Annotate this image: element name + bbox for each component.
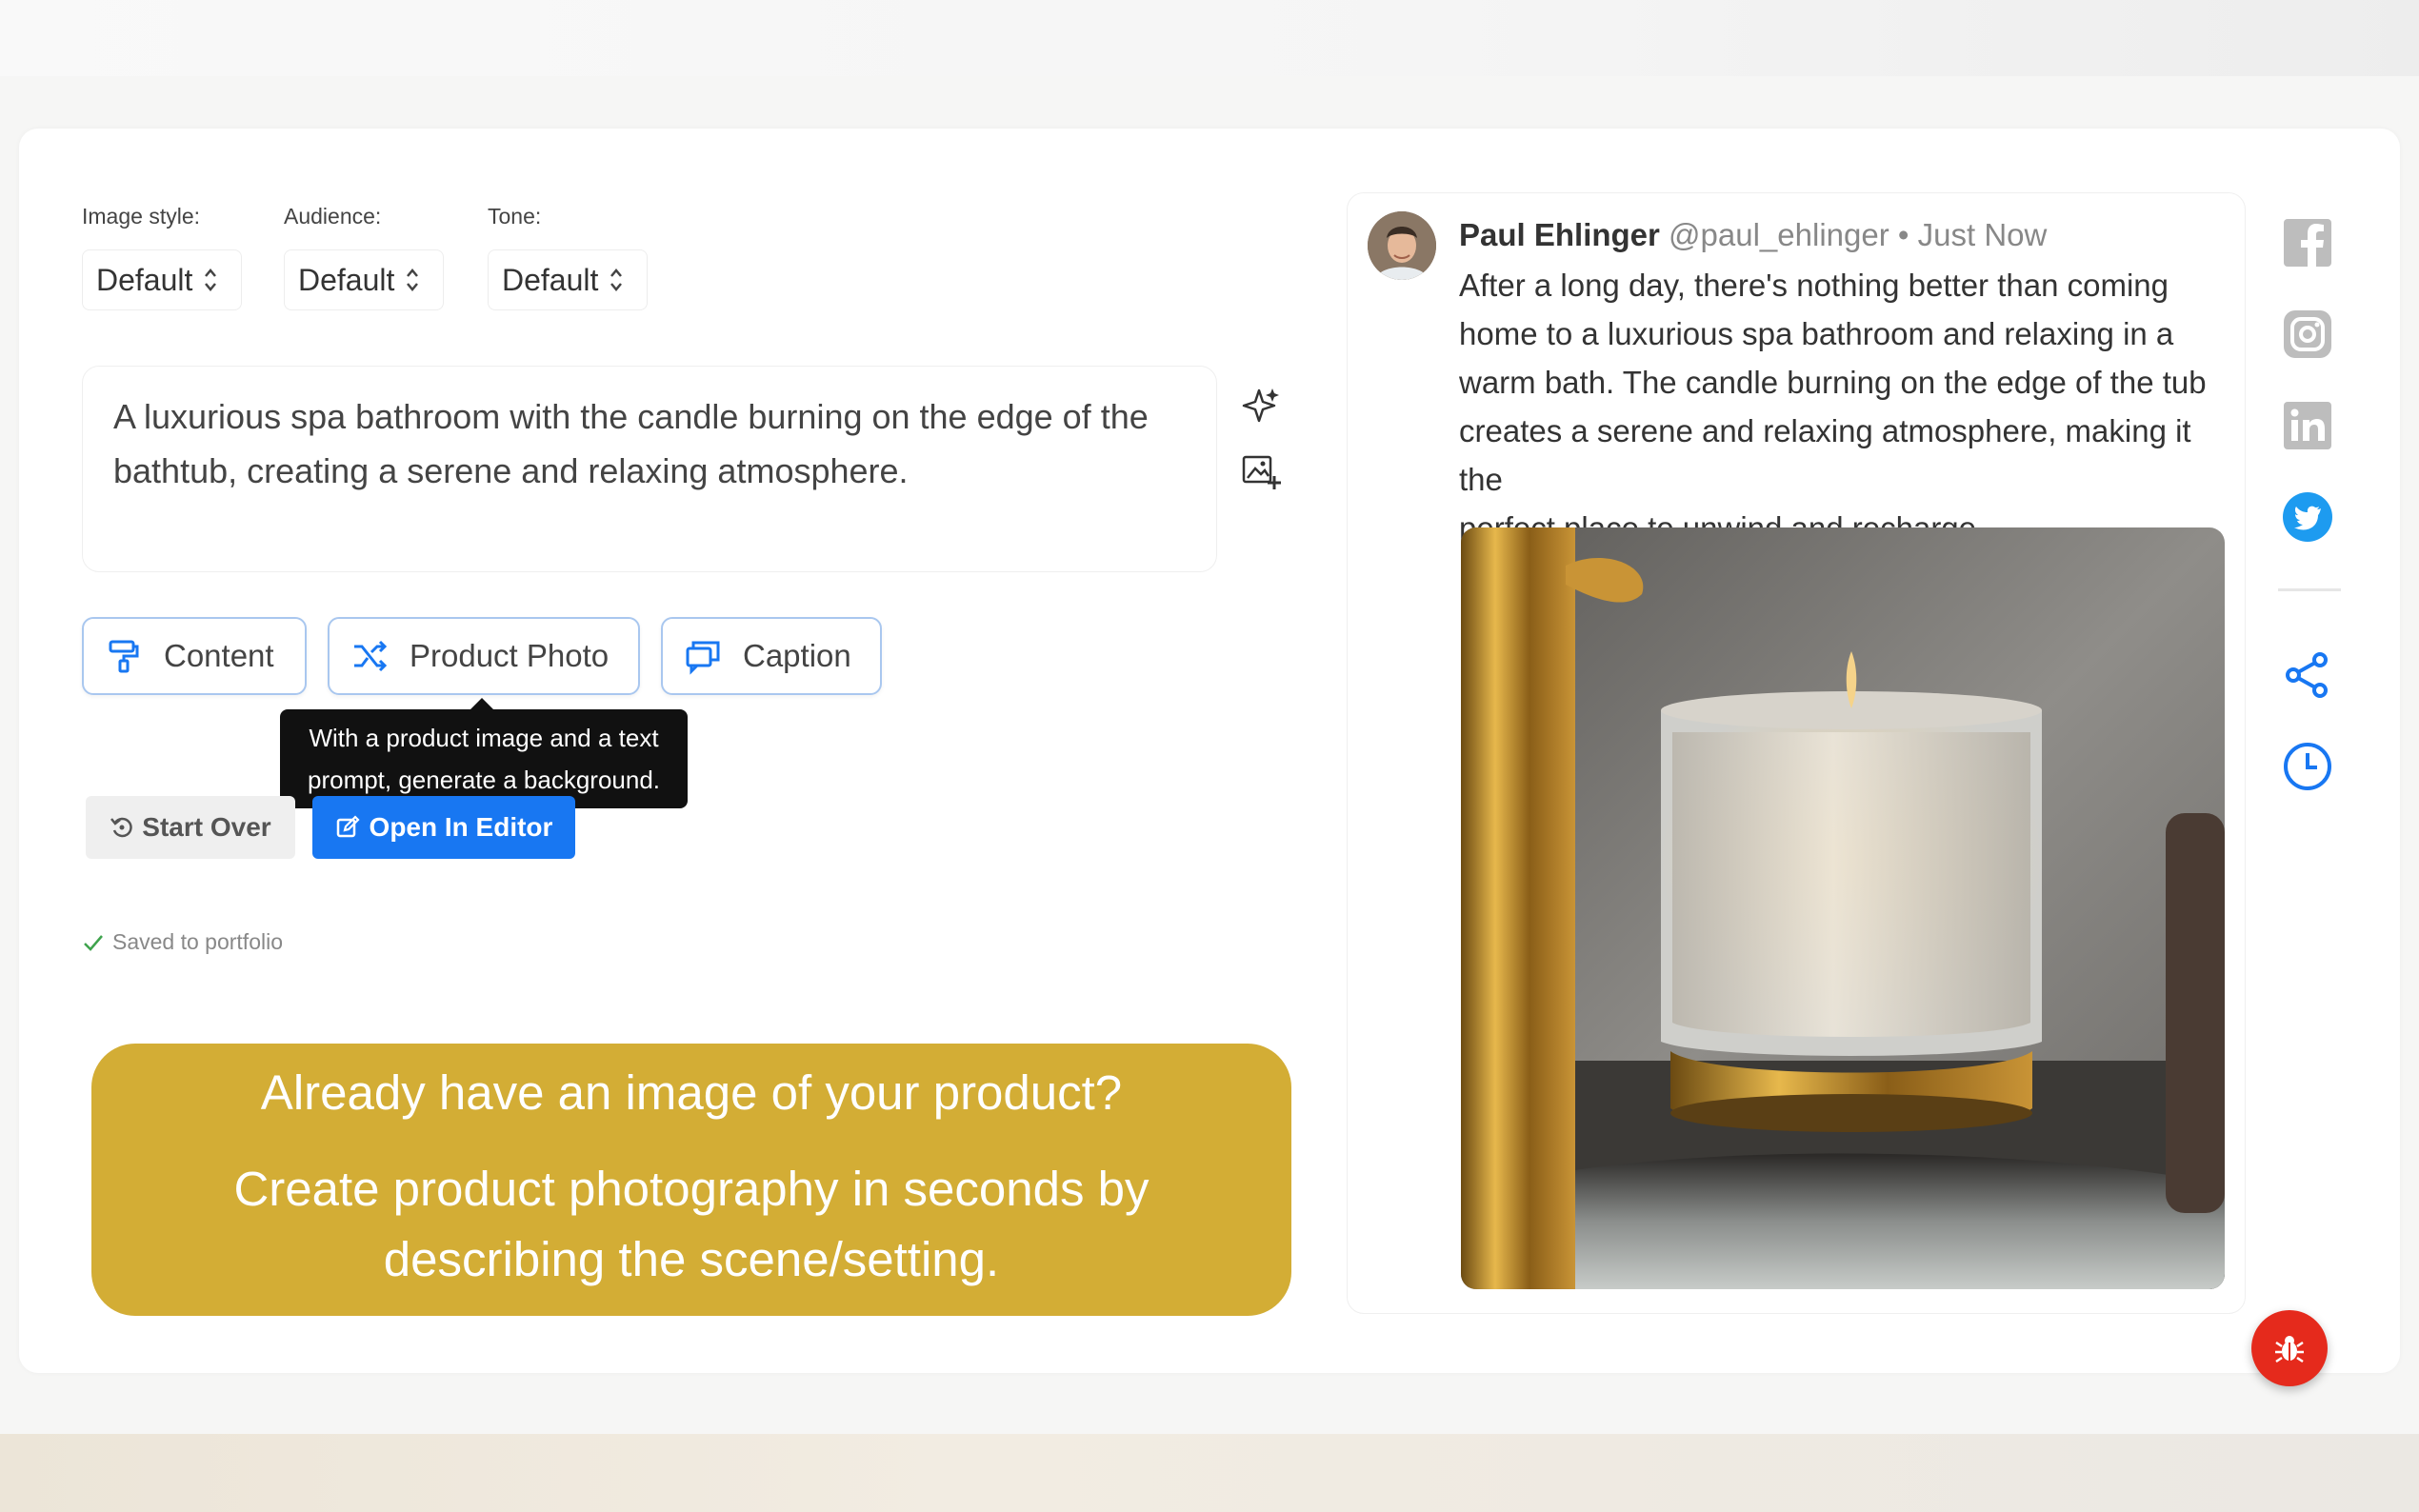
author-handle: @paul_ehlinger (1669, 217, 1889, 252)
caption-button-label: Caption (743, 638, 851, 673)
caption-line: After a long day, there's nothing better… (1459, 268, 2169, 303)
edit-icon (336, 815, 360, 838)
updown-icon (204, 268, 217, 292)
author-name[interactable]: Paul Ehlinger (1459, 217, 1660, 252)
instagram-icon[interactable] (2282, 308, 2333, 360)
caption-icon (686, 641, 720, 675)
image-style-value: Default (96, 262, 193, 297)
paint-roller-icon (109, 640, 139, 673)
product-photo-tooltip: With a product image and a text prompt, … (280, 698, 688, 808)
twitter-icon[interactable] (2282, 491, 2333, 543)
product-photo-button-label: Product Photo (410, 638, 610, 673)
share-icon[interactable] (2282, 649, 2333, 701)
caption-line: warm bath. The candle burning on the edg… (1459, 365, 2207, 400)
image-style-label: Image style: (82, 204, 200, 229)
start-over-button[interactable]: Start Over (86, 796, 295, 859)
promo-banner: Already have an image of your product? C… (91, 1044, 1291, 1316)
report-bug-button[interactable] (2251, 1310, 2328, 1386)
facebook-icon[interactable] (2282, 217, 2333, 269)
checkmark-icon (84, 934, 103, 951)
open-in-editor-label: Open In Editor (369, 812, 553, 842)
sparkle-icon[interactable] (1240, 385, 1282, 427)
audience-label: Audience: (284, 204, 382, 229)
generated-product-image[interactable] (1461, 527, 2225, 1289)
clock-icon[interactable] (2282, 741, 2333, 792)
tooltip-line: With a product image and a text (309, 724, 659, 752)
updown-icon (406, 268, 419, 292)
saved-status-text: Saved to portfolio (112, 929, 284, 954)
audience-select[interactable]: Default (284, 249, 444, 310)
caption-button[interactable]: Caption (661, 617, 882, 695)
open-in-editor-button[interactable]: Open In Editor (312, 796, 575, 859)
tone-label: Tone: (488, 204, 542, 229)
start-over-label: Start Over (142, 812, 271, 842)
saved-status: Saved to portfolio (82, 929, 283, 955)
shuffle-icon (354, 640, 388, 672)
content-button[interactable]: Content (82, 617, 307, 695)
add-image-icon[interactable] (1240, 451, 1282, 493)
tone-value: Default (502, 262, 599, 297)
banner-line: Create product photography in seconds by (233, 1162, 1150, 1216)
banner-body: Create product photography in seconds by… (91, 1154, 1291, 1295)
caption-line: home to a luxurious spa bathroom and rel… (1459, 316, 2174, 351)
bug-icon (2275, 1336, 2304, 1363)
audience-value: Default (298, 262, 395, 297)
content-button-label: Content (164, 638, 274, 673)
post-caption: After a long day, there's nothing better… (1459, 261, 2230, 552)
prompt-textarea[interactable]: A luxurious spa bathroom with the candle… (82, 366, 1217, 572)
tooltip-line: prompt, generate a background. (307, 766, 661, 794)
caption-line: creates a serene and relaxing atmosphere… (1459, 413, 2191, 497)
product-photo-button[interactable]: Product Photo (328, 617, 640, 695)
banner-line: describing the scene/setting. (383, 1232, 1000, 1286)
avatar (1368, 211, 1436, 280)
top-background (0, 0, 2419, 76)
post-header: Paul Ehlinger @paul_ehlinger • Just Now (1459, 217, 2047, 253)
bottom-background (0, 1434, 2419, 1512)
social-divider (2278, 588, 2341, 591)
post-time: Just Now (1917, 217, 2048, 252)
banner-line: Already have an image of your product? (260, 1065, 1123, 1120)
prompt-line: bathtub, creating a serene and relaxing … (113, 451, 909, 490)
meta-separator: • (1897, 217, 1909, 252)
updown-icon (610, 268, 623, 292)
tone-select[interactable]: Default (488, 249, 648, 310)
image-style-select[interactable]: Default (82, 249, 242, 310)
linkedin-icon[interactable] (2282, 400, 2333, 451)
restart-icon (110, 817, 132, 838)
prompt-line: A luxurious spa bathroom with the candle… (113, 397, 1149, 436)
